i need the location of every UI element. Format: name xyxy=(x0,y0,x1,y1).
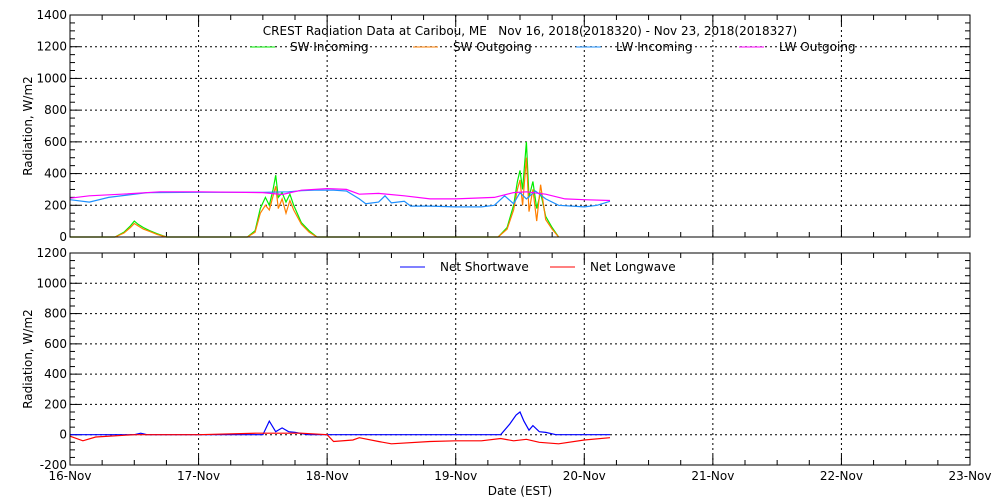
x-tick-label: 17-Nov xyxy=(177,469,220,483)
y-tick-label: 1000 xyxy=(36,276,67,290)
y-tick-label: 800 xyxy=(44,307,67,321)
y-tick-label: 1400 xyxy=(36,8,67,22)
y-tick-label: 1200 xyxy=(36,246,67,260)
legend-label: LW Incoming xyxy=(616,40,693,54)
y-tick-label: 200 xyxy=(44,397,67,411)
radiation-chart: CREST Radiation Data at Caribou, ME Nov … xyxy=(21,8,992,498)
y-axis-label-top: Radiation, W/m2 xyxy=(21,76,35,176)
y-tick-label: 0 xyxy=(59,230,67,244)
x-tick-label: 16-Nov xyxy=(48,469,91,483)
y-tick-label: 600 xyxy=(44,135,67,149)
x-tick-label: 21-Nov xyxy=(691,469,734,483)
series-line-net-shortwave xyxy=(70,411,610,436)
x-axis-label: Date (EST) xyxy=(488,484,552,498)
y-tick-label: 800 xyxy=(44,103,67,117)
x-tick-label: 20-Nov xyxy=(563,469,606,483)
y-tick-label: 1000 xyxy=(36,71,67,85)
legend-label: SW Incoming xyxy=(290,40,369,54)
y-axis-label-bottom: Radiation, W/m2 xyxy=(21,309,35,409)
y-tick-label: 0 xyxy=(59,428,67,442)
x-tick-label: 18-Nov xyxy=(306,469,349,483)
y-tick-label: 200 xyxy=(44,198,67,212)
legend-label: LW Outgoing xyxy=(779,40,856,54)
legend-label: SW Outgoing xyxy=(453,40,532,54)
legend-label: Net Longwave xyxy=(590,260,676,274)
y-tick-label: 600 xyxy=(44,337,67,351)
plot-frame xyxy=(69,252,971,466)
legend-label: Net Shortwave xyxy=(440,260,529,274)
x-tick-label: 22-Nov xyxy=(820,469,863,483)
x-tick-label: 19-Nov xyxy=(434,469,477,483)
y-tick-label: 400 xyxy=(44,367,67,381)
chart-title: CREST Radiation Data at Caribou, ME Nov … xyxy=(263,24,797,38)
y-tick-label: 1200 xyxy=(36,40,67,54)
y-tick-label: 400 xyxy=(44,167,67,181)
x-tick-label: 23-Nov xyxy=(948,469,991,483)
